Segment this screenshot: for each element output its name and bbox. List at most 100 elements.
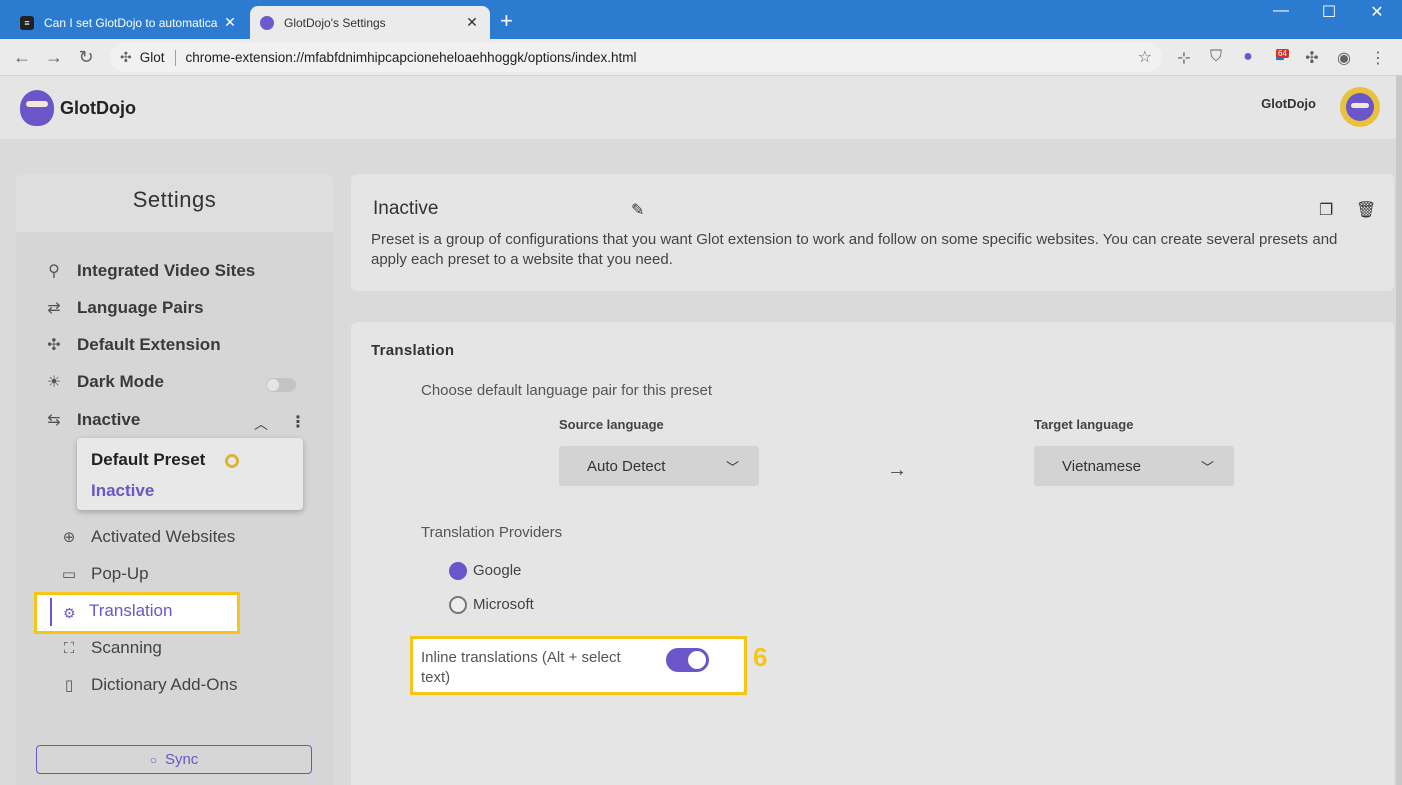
- bookmark-star-icon[interactable]: ☆: [1138, 47, 1152, 67]
- sidebar-item-dark-mode[interactable]: ☀ Dark Mode: [44, 372, 164, 392]
- radio-google[interactable]: [449, 562, 467, 580]
- sync-label: Sync: [164, 751, 199, 768]
- sidebar-item-label: Inactive: [77, 410, 141, 429]
- trash-icon[interactable]: 🗑: [1356, 200, 1376, 220]
- preset-name: Inactive: [373, 198, 439, 219]
- close-icon[interactable]: ✕: [222, 14, 238, 31]
- source-language-select[interactable]: Auto Detect ﹀: [559, 446, 759, 486]
- app-header: GlotDojo GlotDojo: [0, 76, 1396, 139]
- translation-card: Translation Choose default language pair…: [351, 322, 1394, 785]
- sidebar-item-label: Dark Mode: [77, 372, 164, 391]
- preset-option-inactive[interactable]: Inactive: [91, 481, 154, 501]
- sidebar-title: Settings: [16, 174, 333, 232]
- browser-toolbar: ← → ↻ ✣ Glot chrome-extension://mfabfdni…: [0, 39, 1402, 76]
- glotdojo-favicon-icon: [260, 15, 274, 30]
- menu-dots-icon[interactable]: ⋮: [1368, 48, 1388, 68]
- section-title: Translation: [371, 342, 455, 359]
- chevron-down-icon: ﹀: [1200, 460, 1214, 475]
- ninja-logo-icon: [20, 90, 54, 126]
- radio-microsoft[interactable]: [449, 596, 467, 614]
- extensions-puzzle-icon[interactable]: ✣: [1302, 48, 1322, 68]
- search-icon: ⚲: [48, 263, 60, 280]
- target-language-label: Target language: [1034, 417, 1134, 432]
- forward-icon[interactable]: →: [38, 47, 70, 68]
- source-language-value: Auto Detect: [587, 457, 666, 475]
- sync-icon: ○: [149, 752, 157, 767]
- url-text: chrome-extension://mfabfdnimhipcapcioneh…: [185, 50, 637, 65]
- more-options-icon[interactable]: ⋮: [290, 412, 306, 432]
- settings-sidebar: Settings ⚲ Integrated Video Sites ⇄ Lang…: [16, 174, 333, 785]
- sidebar-item-label: Activated Websites: [91, 527, 236, 546]
- sidebar-item-label: Dictionary Add-Ons: [91, 675, 238, 694]
- choose-language-label: Choose default language pair for this pr…: [421, 382, 713, 399]
- source-language-label: Source language: [559, 417, 664, 432]
- sidebar-item-label: Default Extension: [77, 335, 221, 354]
- arrow-right-icon: →: [887, 459, 907, 481]
- sidebar-item-dictionary-add-ons[interactable]: ▯ Dictionary Add-Ons: [60, 675, 238, 695]
- sidebar-item-default-extension[interactable]: ✣ Default Extension: [44, 335, 221, 355]
- puzzle-icon: ✣: [47, 337, 61, 354]
- step-marker: 6: [753, 642, 768, 672]
- screenshot-extension-icon[interactable]: ⊹: [1174, 48, 1194, 68]
- translate-icon: ⚙: [63, 605, 76, 621]
- default-indicator-icon: [225, 454, 239, 468]
- sidebar-item-translation[interactable]: ⚙ Translation: [34, 592, 240, 634]
- maximize-icon[interactable]: ☐: [1314, 2, 1344, 22]
- sidebar-item-integrated-video-sites[interactable]: ⚲ Integrated Video Sites: [44, 261, 255, 281]
- providers-label: Translation Providers: [421, 524, 563, 541]
- user-name: GlotDojo: [1261, 96, 1316, 111]
- pocket-icon[interactable]: ⛉: [1206, 48, 1226, 66]
- repeat-icon: ⇆: [47, 412, 61, 429]
- sidebar-item-label: Language Pairs: [77, 298, 204, 317]
- profile-avatar-icon[interactable]: ◉: [1334, 48, 1354, 68]
- close-icon[interactable]: ✕: [464, 14, 480, 31]
- logo[interactable]: GlotDojo: [20, 90, 136, 126]
- edit-icon[interactable]: ✎: [631, 200, 644, 220]
- inline-translations-setting: Inline translations (Alt + select text): [410, 636, 747, 695]
- book-icon: ▯: [64, 677, 74, 694]
- address-bar[interactable]: ✣ Glot chrome-extension://mfabfdnimhipca…: [110, 43, 1162, 72]
- target-language-select[interactable]: Vietnamese ﹀: [1034, 446, 1234, 486]
- scan-icon: ⛶: [63, 639, 75, 657]
- window-close-icon[interactable]: ✕: [1362, 2, 1392, 22]
- chat-bubble-icon: ▭: [61, 566, 77, 583]
- brand-name: GlotDojo: [60, 97, 136, 118]
- preset-description: Preset is a group of configurations that…: [371, 231, 1338, 268]
- new-tab-button[interactable]: +: [500, 10, 513, 32]
- sidebar-item-label: Translation: [89, 601, 173, 620]
- provider-label-microsoft[interactable]: Microsoft: [473, 596, 534, 613]
- document-icon: ≡: [20, 15, 34, 30]
- tab-title: GlotDojo's Settings: [284, 15, 386, 30]
- tab-title: Can I set GlotDojo to automatica: [44, 15, 218, 30]
- preset-option-default[interactable]: Default Preset: [91, 450, 205, 470]
- sidebar-item-activated-websites[interactable]: ⊕ Activated Websites: [60, 527, 236, 547]
- browser-tab-strip: ≡ Can I set GlotDojo to automatica ✕ Glo…: [0, 0, 1402, 39]
- sidebar-item-label: Integrated Video Sites: [77, 261, 256, 280]
- avatar[interactable]: [1340, 87, 1380, 127]
- page-scrollbar[interactable]: [1396, 76, 1402, 785]
- back-icon[interactable]: ←: [6, 47, 38, 68]
- sidebar-item-language-pairs[interactable]: ⇄ Language Pairs: [44, 298, 204, 318]
- minimize-icon[interactable]: —: [1266, 2, 1296, 20]
- tab-glotdojo-settings[interactable]: GlotDojo's Settings ✕: [250, 6, 490, 39]
- site-label: Glot: [139, 50, 165, 65]
- chevron-up-icon[interactable]: ︿: [254, 414, 268, 434]
- inline-translations-toggle[interactable]: [666, 648, 709, 672]
- provider-label-google[interactable]: Google: [473, 562, 521, 579]
- preset-dropdown: Default Preset Inactive: [77, 438, 303, 510]
- dark-mode-toggle[interactable]: [266, 378, 296, 392]
- tab-glotdojo-help[interactable]: ≡ Can I set GlotDojo to automatica ✕: [10, 6, 248, 39]
- copy-icon[interactable]: ❐: [1319, 200, 1333, 220]
- glotdojo-extension-icon[interactable]: ●: [1238, 48, 1258, 66]
- language-icon: ⇄: [47, 300, 61, 317]
- sidebar-item-scanning[interactable]: ⛶ Scanning: [60, 638, 162, 658]
- puzzle-icon: ✣: [120, 49, 132, 65]
- globe-icon: ⊕: [62, 529, 76, 546]
- sunset-icon: ☀: [46, 374, 62, 391]
- sidebar-item-pop-up[interactable]: ▭ Pop-Up: [60, 564, 149, 584]
- sidebar-item-preset[interactable]: ⇆ Inactive: [44, 410, 140, 430]
- app-area: GlotDojo GlotDojo Settings ⚲ Integrated …: [0, 76, 1396, 785]
- sync-button[interactable]: ○ Sync: [36, 745, 312, 774]
- reload-icon[interactable]: ↻: [70, 47, 102, 68]
- inline-translations-label: Inline translations (Alt + select text): [421, 649, 621, 686]
